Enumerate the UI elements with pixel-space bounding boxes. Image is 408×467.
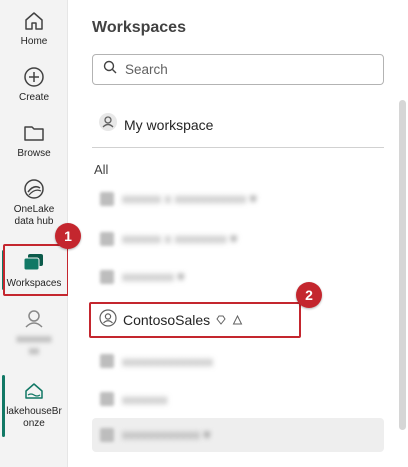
person-icon xyxy=(98,112,118,137)
workspaces-callout-outline xyxy=(3,244,69,296)
workspace-list-item[interactable]: xxxxxxxx ▾ xyxy=(92,260,384,294)
nav-lakehouse-bronze[interactable]: lakehouseBr onze xyxy=(0,378,68,430)
nav-create-label: Create xyxy=(18,92,49,103)
workspace-list-item[interactable]: xxxxxxxxxxxxxx xyxy=(92,344,384,378)
section-label-all: All xyxy=(94,162,109,177)
nav-onelake-label-line1: OneLake xyxy=(13,204,55,215)
nav-browse[interactable]: Browse xyxy=(0,120,68,160)
workspace-list-item-label: xxxxxxxxxxxxxx xyxy=(122,353,213,369)
recycle-icon xyxy=(232,314,243,326)
workspace-list-item-label: xxxxxx x xxxxxxxx ▾ xyxy=(122,231,237,246)
workspace-list-item[interactable]: xxxxxxxxxxxx ▾ xyxy=(92,418,384,452)
nav-lakehouse-label-line2: onze xyxy=(23,418,45,429)
workspace-list-item-label: xxxxxx x xxxxxxxxxxx ▾ xyxy=(122,191,257,206)
onelake-icon xyxy=(21,176,47,202)
nav-onelake-label-line2: data hub xyxy=(14,216,54,227)
nav-browse-label: Browse xyxy=(17,148,51,159)
workspace-icon xyxy=(21,306,47,332)
search-placeholder: Search xyxy=(125,62,168,77)
my-workspace-item[interactable]: My workspace xyxy=(98,112,213,137)
nav-recent-workspace[interactable]: xxxxxxx xx xyxy=(0,306,68,358)
workspace-list-item-label: xxxxxxx xyxy=(122,391,168,407)
divider xyxy=(92,147,384,148)
nav-lakehouse-label-line1: lakehouseBr xyxy=(6,406,62,417)
workspace-icon xyxy=(100,392,114,406)
search-input[interactable]: Search xyxy=(92,54,384,85)
workspace-list-item[interactable]: xxxxxxx xyxy=(92,382,384,416)
nav-home-label: Home xyxy=(20,36,48,47)
workspace-item-contososales[interactable]: ContosoSales xyxy=(89,302,301,338)
home-icon xyxy=(21,8,47,34)
panel-title: Workspaces xyxy=(92,19,186,36)
plus-circle-icon xyxy=(21,64,47,90)
workspace-list-item[interactable]: xxxxxx x xxxxxxxx ▾ xyxy=(92,222,384,256)
my-workspace-label: My workspace xyxy=(124,116,214,133)
workspace-list-item-label: xxxxxxxx ▾ xyxy=(122,269,185,284)
workspace-icon xyxy=(99,308,117,332)
folder-icon xyxy=(21,120,47,146)
workspace-icon xyxy=(100,192,114,206)
nav-recent-workspace-label: xxxxxxx xx xyxy=(16,334,52,357)
lakehouse-icon xyxy=(21,378,47,404)
nav-home[interactable]: Home xyxy=(0,8,68,48)
workspace-label: ContosoSales xyxy=(123,312,211,328)
nav-create[interactable]: Create xyxy=(0,64,68,104)
workspaces-flyout: Workspaces Search My workspace All xxxxx… xyxy=(68,0,408,467)
workspace-icon xyxy=(100,354,114,368)
step-1-badge: 1 xyxy=(55,223,81,249)
nav-onelake-data-hub[interactable]: OneLake data hub xyxy=(0,176,68,228)
workspace-icon xyxy=(100,232,114,246)
workspace-list-item[interactable]: xxxxxx x xxxxxxxxxxx ▾ xyxy=(92,182,384,216)
search-icon xyxy=(103,60,117,79)
workspace-icon xyxy=(100,270,114,284)
scrollbar[interactable] xyxy=(399,100,406,430)
workspace-icon xyxy=(100,428,114,442)
premium-diamond-icon xyxy=(216,315,226,325)
step-2-badge: 2 xyxy=(296,282,322,308)
workspace-list-item-label: xxxxxxxxxxxx ▾ xyxy=(122,427,211,442)
